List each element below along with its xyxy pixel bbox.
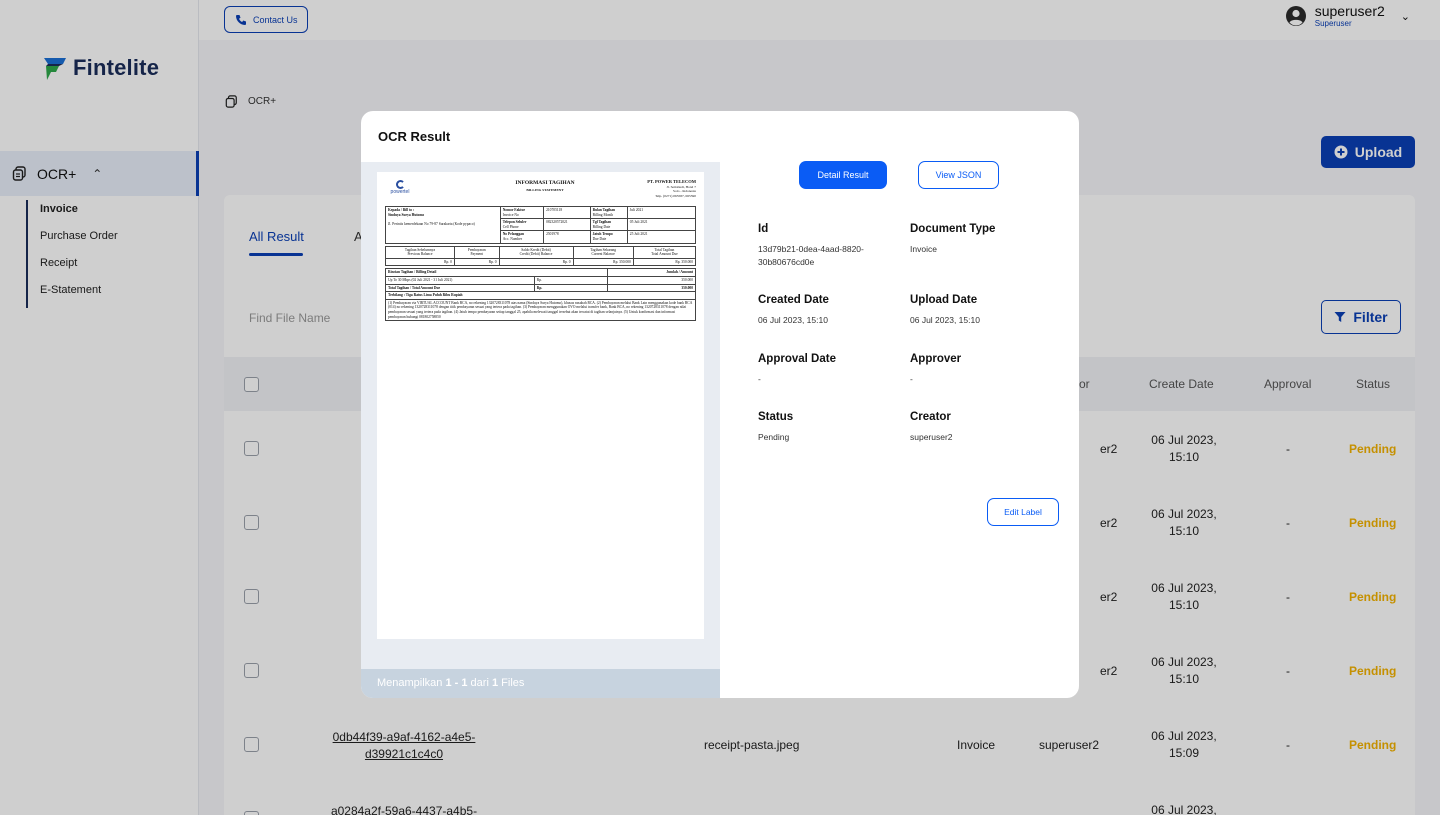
field-id: Id 13d79b21-0dea-4aad-8820-30b80676cd0e [758, 223, 898, 269]
footer-prefix: Menampilkan [377, 677, 446, 689]
document-preview: powertel INFORMASI TAGIHAN BILLING STATE… [377, 172, 704, 639]
doc-cell: Rp. 0 [385, 257, 455, 267]
doc-cell: Total Tagihan [654, 247, 675, 252]
field-document-type: Document Type Invoice [910, 223, 1050, 256]
doc-cell: Telepon Seluler [502, 220, 527, 225]
doc-company-addr: Telp. (0271) 065587, 065590 [655, 193, 696, 198]
field-upload-date: Upload Date 06 Jul 2023, 15:10 [910, 294, 1050, 327]
footer-mid: dari [467, 677, 492, 689]
doc-cell: No Pelanggan [502, 232, 524, 237]
doc-cell: 2501978 [543, 230, 591, 244]
field-value: - [758, 374, 761, 384]
doc-detail-table: Rincian Tagihan / Billing Detail Jumlah … [384, 268, 696, 322]
doc-title-block: INFORMASI TAGIHAN BILLING STATEMENT [490, 180, 600, 192]
field-value: superuser2 [910, 432, 953, 442]
field-label: Document Type [910, 223, 996, 235]
field-label: Upload Date [910, 294, 978, 306]
doc-cell: Credit (Debit) Balance [519, 252, 553, 257]
doc-cell: 350.000 [607, 275, 696, 285]
field-value: Pending [758, 432, 790, 442]
field-creator: Creator superuser2 [910, 411, 1050, 444]
doc-cell: Due Date [592, 236, 607, 241]
doc-cell: Terbilang : Tiga Ratus Lima Puluh Ribu R… [385, 291, 696, 300]
doc-notes: (1) Pembayaran via VIRTUAL ACCOUNT Bank … [385, 298, 696, 322]
doc-cell: Rp. 350.000 [632, 257, 697, 267]
field-label: Status [758, 411, 794, 423]
doc-cell: 210705118 [543, 205, 591, 220]
footer-suffix: Files [498, 677, 525, 689]
edit-label-button[interactable]: Edit Label [987, 498, 1059, 526]
doc-billto-addr: Jl. Perintis kemerdekaan No 79-87 Suraka… [388, 221, 475, 226]
field-approval-date: Approval Date - [758, 353, 898, 386]
doc-brand: powertel [390, 189, 410, 195]
doc-cell: Previous Balance [407, 252, 433, 257]
doc-company: PT. POWER TELECOM Jl. Setiabudi, Hotel 7… [647, 179, 696, 198]
doc-cell: Bulan Tagihan [592, 208, 616, 212]
doc-cell: Up To 30 Mbps (02 Juli 2021 - 31 Juli 20… [385, 275, 535, 285]
field-label: Approval Date [758, 353, 836, 365]
doc-cell: Rp. 0 [498, 257, 574, 267]
doc-cell: Jumlah / Amount [607, 268, 696, 277]
doc-cell: Billing Date [592, 224, 611, 229]
doc-cell: Payment [470, 252, 484, 257]
doc-cell: Jatuh Tempo [592, 232, 613, 237]
doc-cell: Total Tagihan / Total Amount Due [385, 283, 535, 293]
doc-cell: Cell Phone [502, 224, 519, 229]
doc-cell: Rp. [533, 283, 609, 293]
doc-cell: 350.000 [607, 283, 696, 293]
doc-cell: 082320572021 [543, 218, 591, 232]
doc-cell: Saldo Kredit (Debit) [521, 247, 551, 252]
doc-billto: Kepada / Bill to : Sinduya Surya Hutomo … [385, 206, 501, 244]
field-approver: Approver - [910, 353, 1050, 386]
field-status: Status Pending [758, 411, 898, 444]
doc-subtitle: BILLING STATEMENT [526, 188, 564, 192]
billing-statement-document: powertel INFORMASI TAGIHAN BILLING STATE… [384, 179, 697, 322]
field-label: Id [758, 223, 769, 235]
doc-billto-name: Sinduya Surya Hutomo [388, 212, 425, 217]
powertel-logo: powertel [385, 180, 415, 195]
doc-cell: Rp. 0 [453, 257, 500, 267]
doc-cell: Pembayaran [467, 247, 486, 252]
doc-cell: Tagihan Sekarang [590, 247, 617, 252]
field-created-date: Created Date 06 Jul 2023, 15:10 [758, 294, 898, 327]
doc-cell: Rp. 350.000 [572, 257, 634, 267]
doc-cell: Total Amount Due [651, 252, 678, 257]
field-value: - [910, 374, 913, 384]
field-label: Created Date [758, 294, 829, 306]
doc-cell: 25 Juli 2021 [626, 230, 697, 244]
doc-summary-table: Tagihan Sebelumnya Previous Balance Pemba… [385, 245, 697, 267]
doc-cell: Juli 2021 [626, 205, 697, 220]
field-value: 06 Jul 2023, 15:10 [758, 315, 828, 325]
doc-cell: Tagihan Sebelumnya [404, 247, 436, 252]
doc-cell: Acc. Number [502, 236, 523, 241]
field-label: Creator [910, 411, 951, 423]
doc-cell: Tgl Tagihan [592, 220, 612, 225]
doc-cell: 05 Juli 2021 [626, 218, 697, 232]
doc-cell: Rincian Tagihan / Billing Detail [384, 268, 609, 277]
view-json-button[interactable]: View JSON [918, 161, 999, 189]
detail-result-button[interactable]: Detail Result [799, 161, 887, 189]
doc-cell: Invoice No [502, 212, 519, 217]
field-value: Invoice [910, 244, 937, 254]
field-value: 06 Jul 2023, 15:10 [910, 315, 980, 325]
doc-company-name: PT. POWER TELECOM [647, 179, 696, 184]
doc-cell: Nomor Faktur [502, 208, 526, 212]
preview-footer: Menampilkan 1 - 1 dari 1 Files [361, 669, 720, 698]
footer-range: 1 - 1 [445, 677, 468, 689]
doc-title: INFORMASI TAGIHAN [515, 180, 575, 186]
document-preview-pane[interactable]: powertel INFORMASI TAGIHAN BILLING STATE… [361, 162, 720, 669]
modal-title: OCR Result [378, 129, 451, 144]
doc-info-table: Kepada / Bill to : Sinduya Surya Hutomo … [385, 205, 697, 244]
doc-cell: Billing Month [592, 212, 614, 217]
doc-cell: Current Balance [591, 252, 615, 257]
ocr-result-modal: OCR Result powertel INFORMASI TAGIHAN BI… [361, 111, 1079, 698]
field-label: Approver [910, 353, 962, 365]
field-value: 13d79b21-0dea-4aad-8820-30b80676cd0e [758, 244, 864, 267]
doc-cell: Rp. [533, 275, 609, 285]
doc-billto-label: Kepada / Bill to : [388, 208, 415, 212]
